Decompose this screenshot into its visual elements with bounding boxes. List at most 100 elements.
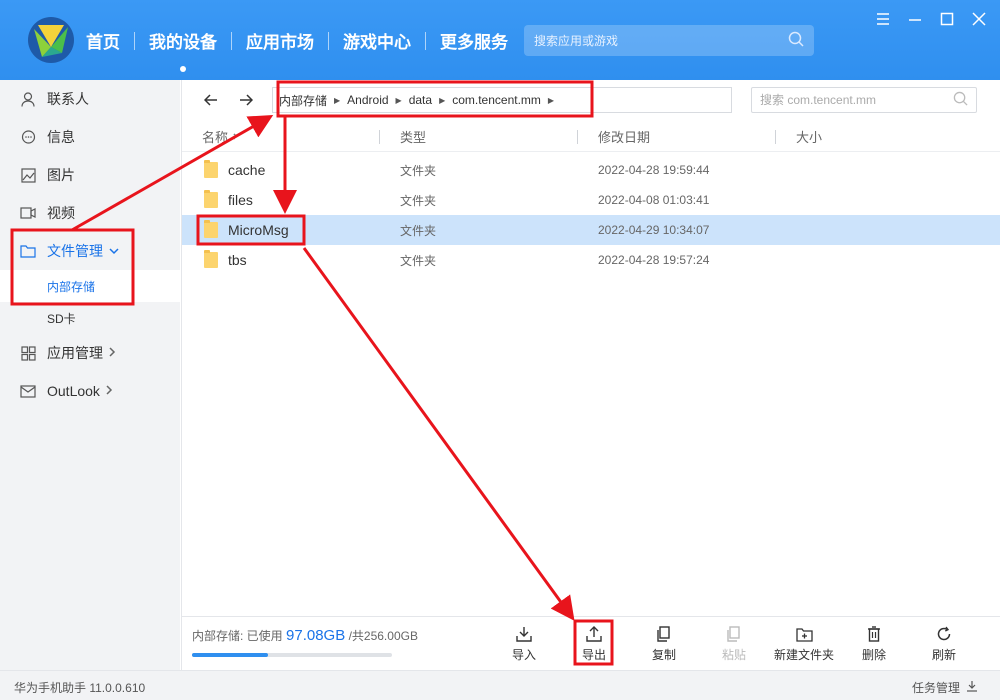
app-logo-icon xyxy=(28,17,74,63)
breadcrumb[interactable]: 内部存储 ▶ Android ▶ data ▶ com.tencent.mm ▶ xyxy=(272,87,732,113)
sidebar-item-app-manager[interactable]: 应用管理 xyxy=(0,334,180,372)
close-icon[interactable] xyxy=(970,10,988,28)
new-folder-icon xyxy=(795,625,813,643)
storage-used: 97.08GB xyxy=(286,627,346,644)
folder-icon xyxy=(204,190,218,208)
folder-icon xyxy=(204,220,218,238)
menu-icon[interactable] xyxy=(874,10,892,28)
nav-more-services[interactable]: 更多服务 xyxy=(438,28,510,53)
sidebar-item-label: OutLook xyxy=(47,383,100,399)
sidebar-sub-sd-card[interactable]: SD卡 xyxy=(0,302,180,334)
maximize-icon[interactable] xyxy=(938,10,956,28)
caret-right-icon[interactable]: ▶ xyxy=(396,96,402,105)
nav-app-market[interactable]: 应用市场 xyxy=(244,28,316,53)
file-name: cache xyxy=(228,162,266,178)
window-controls xyxy=(874,10,988,28)
sidebar-item-label: 图片 xyxy=(47,167,75,183)
version-label: 华为手机助手 11.0.0.610 xyxy=(14,681,146,695)
breadcrumb-item[interactable]: data xyxy=(409,93,432,107)
refresh-icon xyxy=(935,625,953,643)
folder-icon xyxy=(204,250,218,268)
download-icon xyxy=(966,680,978,695)
task-manager-button[interactable]: 任务管理 xyxy=(912,679,978,696)
breadcrumb-item[interactable]: Android xyxy=(347,93,388,107)
sidebar-item-label: 信息 xyxy=(47,129,75,145)
delete-button[interactable]: 删除 xyxy=(839,625,909,665)
file-date: 2022-04-28 19:59:44 xyxy=(598,163,710,177)
file-date: 2022-04-29 10:34:07 xyxy=(598,223,710,237)
folder-icon xyxy=(20,243,36,259)
image-icon xyxy=(20,167,36,183)
nav-my-device[interactable]: 我的设备 xyxy=(147,28,219,72)
paste-button[interactable]: 粘贴 xyxy=(699,625,769,665)
file-type: 文件夹 xyxy=(400,223,437,238)
sidebar-item-contacts[interactable]: 联系人 xyxy=(0,80,180,118)
nav-home[interactable]: 首页 xyxy=(84,28,122,53)
search-icon[interactable] xyxy=(788,31,804,50)
file-search-box[interactable] xyxy=(751,87,977,113)
forward-arrow-icon[interactable] xyxy=(235,89,257,111)
nav-game-center[interactable]: 游戏中心 xyxy=(341,28,413,53)
copy-icon xyxy=(655,625,673,643)
copy-button[interactable]: 复制 xyxy=(629,625,699,665)
minimize-icon[interactable] xyxy=(906,10,924,28)
folder-icon xyxy=(204,160,218,178)
column-header-date[interactable]: 修改日期 xyxy=(578,122,776,152)
file-browser: 内部存储 ▶ Android ▶ data ▶ com.tencent.mm ▶… xyxy=(181,80,1000,670)
column-header-name[interactable]: 名称 ↑ xyxy=(182,122,380,152)
video-icon xyxy=(20,205,36,221)
import-icon xyxy=(515,625,533,643)
app-search-input[interactable] xyxy=(534,33,788,48)
refresh-button[interactable]: 刷新 xyxy=(909,625,979,665)
sidebar-item-label: 应用管理 xyxy=(47,345,103,361)
storage-info: 内部存储: 已使用 97.08GB /共256.00GB xyxy=(192,627,418,644)
file-list: cache 文件夹 2022-04-28 19:59:44 files 文件夹 … xyxy=(182,155,1000,275)
file-type: 文件夹 xyxy=(400,253,437,268)
sidebar-item-outlook[interactable]: OutLook xyxy=(0,372,180,410)
paste-icon xyxy=(725,625,743,643)
delete-icon xyxy=(865,625,883,643)
sidebar-item-pictures[interactable]: 图片 xyxy=(0,156,180,194)
storage-total: /共256.00GB xyxy=(348,629,418,643)
chevron-right-icon xyxy=(109,346,116,360)
new-folder-button[interactable]: 新建文件夹 xyxy=(769,625,839,665)
status-bar: 华为手机助手 11.0.0.610 任务管理 xyxy=(0,670,1000,700)
person-icon xyxy=(20,91,36,107)
table-row[interactable]: files 文件夹 2022-04-08 01:03:41 xyxy=(182,185,1000,215)
sidebar-sub-internal-storage[interactable]: 内部存储 xyxy=(0,270,180,302)
sidebar: 联系人 信息 图片 视频 文件管理 内部存储 SD卡 应用管理 OutLook xyxy=(0,80,180,670)
file-name: files xyxy=(228,192,253,208)
back-arrow-icon[interactable] xyxy=(200,89,222,111)
caret-right-icon[interactable]: ▶ xyxy=(439,96,445,105)
table-row[interactable]: tbs 文件夹 2022-04-28 19:57:24 xyxy=(182,245,1000,275)
message-icon xyxy=(20,129,36,145)
breadcrumb-item[interactable]: 内部存储 xyxy=(279,92,327,109)
file-date: 2022-04-28 19:57:24 xyxy=(598,253,710,267)
export-icon xyxy=(585,625,603,643)
search-icon[interactable] xyxy=(953,91,968,109)
column-header-size[interactable]: 大小 xyxy=(776,122,976,152)
sidebar-item-videos[interactable]: 视频 xyxy=(0,194,180,232)
caret-right-icon[interactable]: ▶ xyxy=(548,96,554,105)
export-button[interactable]: 导出 xyxy=(559,625,629,665)
storage-progress-bar xyxy=(192,653,392,657)
file-search-input[interactable] xyxy=(760,93,953,107)
sort-arrow-icon: ↑ xyxy=(232,131,238,142)
breadcrumb-item[interactable]: com.tencent.mm xyxy=(452,93,541,107)
import-button[interactable]: 导入 xyxy=(489,625,559,665)
chevron-down-icon xyxy=(109,244,119,258)
main-nav: 首页 我的设备 应用市场 游戏中心 更多服务 xyxy=(84,28,510,72)
file-name: tbs xyxy=(228,252,247,268)
sidebar-item-file-manager[interactable]: 文件管理 xyxy=(0,232,180,270)
sidebar-item-messages[interactable]: 信息 xyxy=(0,118,180,156)
mail-icon xyxy=(20,383,36,399)
column-header-type[interactable]: 类型 xyxy=(380,122,578,152)
caret-right-icon[interactable]: ▶ xyxy=(334,96,340,105)
column-headers: 名称 ↑ 类型 修改日期 大小 xyxy=(182,122,1000,152)
table-row-selected[interactable]: MicroMsg 文件夹 2022-04-29 10:34:07 xyxy=(182,215,1000,245)
app-search-box[interactable] xyxy=(524,25,814,56)
file-type: 文件夹 xyxy=(400,163,437,178)
table-row[interactable]: cache 文件夹 2022-04-28 19:59:44 xyxy=(182,155,1000,185)
sidebar-item-label: 视频 xyxy=(47,205,75,221)
file-date: 2022-04-08 01:03:41 xyxy=(598,193,710,207)
